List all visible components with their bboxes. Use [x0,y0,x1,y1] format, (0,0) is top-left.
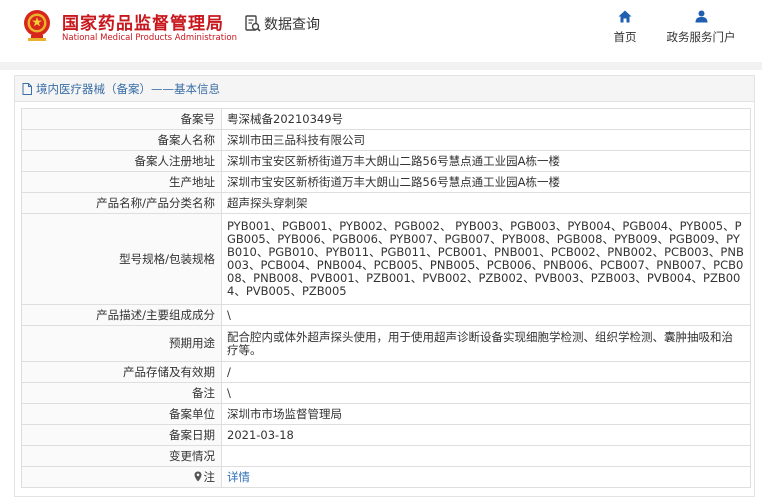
field-label: 备案单位 [21,403,222,425]
field-label: 备案号 [21,108,222,130]
details-link[interactable]: 详情 [227,470,250,484]
panel-heading-text: 境内医疗器械（备案）——基本信息 [36,81,220,96]
table-row: 预期用途 配合腔内或体外超声探头使用，用于使用超声诊断设备实现细胞学检测、组织学… [21,325,751,362]
field-label: 备案人注册地址 [21,150,222,172]
note-label-cell: 注 [21,466,222,488]
field-label: 产品描述/主要组成成分 [21,304,222,326]
table-row: 变更情况 [21,445,751,467]
field-label: 备注 [21,382,222,404]
table-row: 生产地址 深圳市宝安区新桥街道万丰大朗山二路56号慧点通工业园A栋一楼 [21,171,751,193]
record-info-table: 备案号 粤深械备20210349号 备案人名称 深圳市田三品科技有限公司 备案人… [21,108,751,488]
data-query-label: 数据查询 [264,17,320,33]
table-row: 产品描述/主要组成成分 \ [21,304,751,326]
nav-home-label: 首页 [613,30,637,44]
user-icon [695,10,707,23]
field-value-filing-unit: 深圳市市场监督管理局 [221,403,751,425]
nav-service-portal[interactable]: 政务服务门户 [660,10,742,45]
table-row: 备注 \ [21,382,751,404]
field-value-changes [221,445,751,467]
document-icon [22,82,32,95]
table-row: 备案人名称 深圳市田三品科技有限公司 [21,129,751,151]
nav-portal-label: 政务服务门户 [666,30,736,44]
site-title[interactable]: 国家药品监督管理局 [62,9,224,34]
field-label: 变更情况 [21,445,222,467]
table-row: 备案人注册地址 深圳市宝安区新桥街道万丰大朗山二路56号慧点通工业园A栋一楼 [21,150,751,172]
table-row: 备案日期 2021-03-18 [21,424,751,446]
record-panel: 境内医疗器械（备案）——基本信息 备案号 粤深械备20210349号 备案人名称… [14,75,755,497]
field-value-filer-name: 深圳市田三品科技有限公司 [221,129,751,151]
details-cell: 详情 [221,466,751,488]
table-row: 型号规格/包装规格 PYB001、PGB001、PYB002、PGB002、 P… [21,213,751,305]
panel-heading: 境内医疗器械（备案）——基本信息 [15,76,754,102]
field-label: 产品存储及有效期 [21,361,222,383]
table-row: 产品存储及有效期 / [21,361,751,383]
field-value-product-name: 超声探头穿刺架 [221,192,751,214]
field-value-filing-number: 粤深械备20210349号 [221,108,751,130]
field-label: 备案日期 [21,424,222,446]
field-label: 预期用途 [21,325,222,362]
data-query-link[interactable]: 数据查询 [245,14,320,34]
site-header: 国家药品监督管理局 National Medical Products Admi… [0,0,762,62]
field-label: 产品名称/产品分类名称 [21,192,222,214]
field-label: 注 [203,469,216,484]
table-row: 备案号 粤深械备20210349号 [21,108,751,130]
field-value-description: \ [221,304,751,326]
field-value-remarks: \ [221,382,751,404]
field-value-storage: / [221,361,751,383]
field-value-registered-address: 深圳市宝安区新桥街道万丰大朗山二路56号慧点通工业园A栋一楼 [221,150,751,172]
table-row: 备案单位 深圳市市场监督管理局 [21,403,751,425]
table-row: 注 详情 [21,466,751,488]
header-divider [0,62,762,70]
field-value-production-address: 深圳市宝安区新桥街道万丰大朗山二路56号慧点通工业园A栋一楼 [221,171,751,193]
field-value-intended-use: 配合腔内或体外超声探头使用，用于使用超声诊断设备实现细胞学检测、组织学检测、囊肿… [221,325,751,362]
search-document-icon [245,15,261,32]
field-label: 生产地址 [21,171,222,193]
location-pin-icon [194,471,201,481]
field-value-model-specs: PYB001、PGB001、PYB002、PGB002、 PYB003、PGB0… [221,213,751,305]
nav-home[interactable]: 首页 [609,10,641,45]
site-title-english: National Medical Products Administration [62,33,237,43]
field-value-filing-date: 2021-03-18 [221,424,751,446]
home-icon [618,10,632,23]
national-emblem-icon [24,10,50,41]
table-row: 产品名称/产品分类名称 超声探头穿刺架 [21,192,751,214]
field-label: 型号规格/包装规格 [21,213,222,305]
field-label: 备案人名称 [21,129,222,151]
